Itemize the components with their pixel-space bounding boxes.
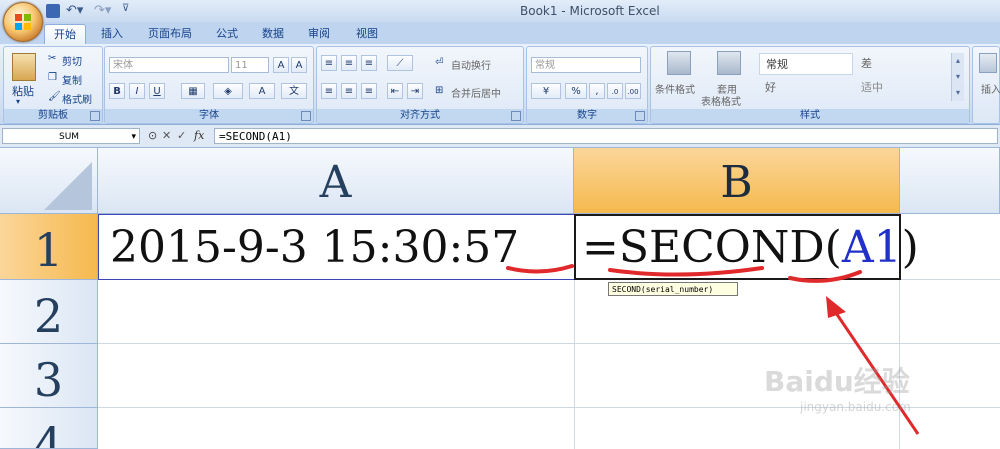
annotation-arrow-head-icon	[826, 296, 846, 318]
office-logo-icon	[15, 14, 31, 30]
underline-ref-mark	[788, 270, 862, 283]
watermark-brand: Baidu经验	[764, 365, 910, 398]
watermark-url: jingyan.baidu.com	[800, 400, 911, 414]
underline-seconds-mark	[506, 264, 574, 274]
underline-function-mark	[608, 266, 764, 277]
office-button[interactable]	[3, 2, 43, 42]
